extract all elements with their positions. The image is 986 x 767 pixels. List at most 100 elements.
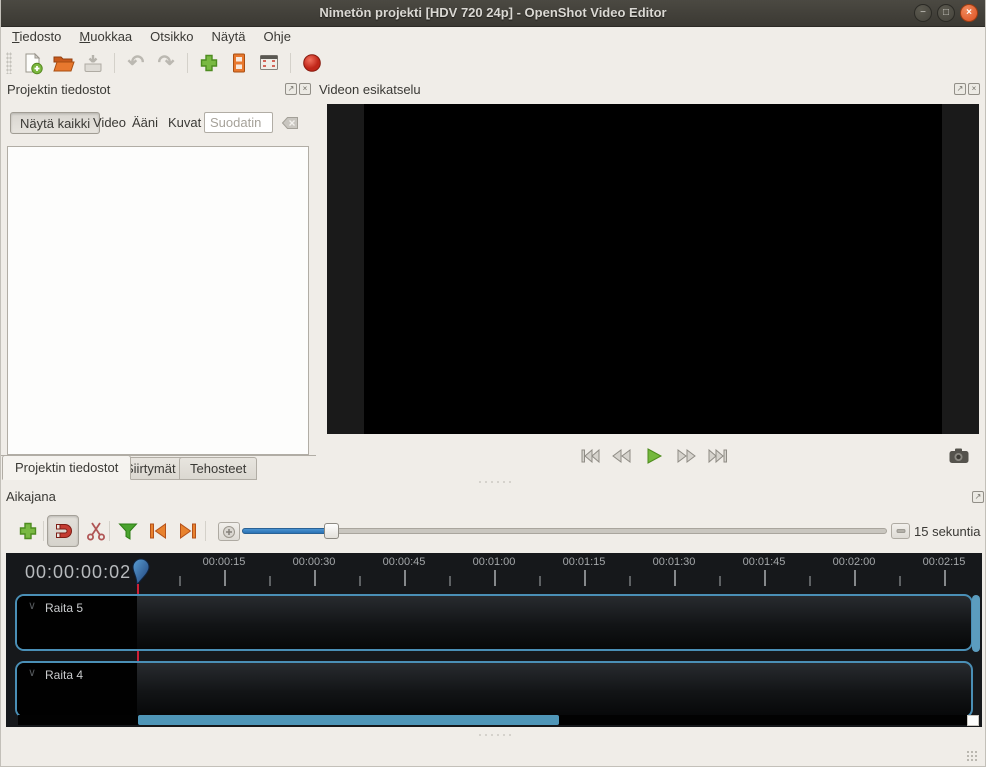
toolbar-separator bbox=[290, 53, 291, 73]
ruler-timestamp: 00:00:45 bbox=[359, 556, 449, 568]
ruler-tick-minor bbox=[179, 576, 181, 586]
next-marker-button[interactable] bbox=[175, 518, 201, 544]
ruler-tick-major bbox=[224, 570, 226, 586]
ruler-timestamp: 00:00:30 bbox=[269, 556, 359, 568]
track-name: Raita 4 bbox=[45, 668, 83, 682]
scrollbar-corner bbox=[967, 715, 979, 726]
timeline-track[interactable]: ∨ Raita 5 bbox=[15, 594, 973, 651]
toolbar-separator bbox=[43, 521, 44, 541]
razor-tool-button[interactable] bbox=[83, 518, 109, 544]
minimize-button[interactable]: − bbox=[914, 4, 932, 22]
plus-icon bbox=[16, 519, 40, 543]
track-name: Raita 5 bbox=[45, 601, 83, 615]
toolbar-grip[interactable] bbox=[6, 52, 12, 74]
preview-close-button[interactable]: × bbox=[968, 83, 980, 95]
video-preview-widget[interactable] bbox=[327, 104, 979, 434]
horizontal-scrollbar-thumb[interactable] bbox=[138, 715, 559, 725]
ruler-tick-minor bbox=[719, 576, 721, 586]
camera-icon bbox=[947, 446, 971, 466]
menu-ohje[interactable]: Ohje bbox=[254, 28, 299, 47]
rewind-button[interactable] bbox=[610, 446, 634, 466]
window-title: Nimetön projekti [HDV 720 24p] - OpenSho… bbox=[1, 5, 985, 20]
open-project-button[interactable] bbox=[49, 49, 77, 76]
zoom-scale-label: 15 sekuntia bbox=[914, 524, 981, 539]
timeline-track[interactable]: ∨ Raita 4 bbox=[15, 661, 973, 718]
add-marker-button[interactable] bbox=[218, 522, 240, 541]
project-files-detach-button[interactable]: ↗ bbox=[285, 83, 297, 95]
snapping-toggle-button[interactable] bbox=[47, 515, 79, 547]
fast-forward-icon bbox=[674, 447, 698, 465]
window-controls: − □ × bbox=[914, 4, 978, 22]
openshot-window: Nimetön projekti [HDV 720 24p] - OpenSho… bbox=[0, 0, 986, 767]
filter-images-button[interactable]: Kuvat bbox=[159, 112, 210, 134]
ruler-tick-major bbox=[404, 570, 406, 586]
ruler-tick-major bbox=[854, 570, 856, 586]
timeline-area[interactable]: 00:00:1500:00:3000:00:4500:01:0000:01:15… bbox=[6, 553, 982, 727]
save-project-button[interactable] bbox=[79, 49, 107, 76]
tab-effects[interactable]: Tehosteet bbox=[179, 457, 257, 480]
menu-tiedosto[interactable]: Tiedosto bbox=[3, 28, 70, 47]
toolbar-separator bbox=[205, 521, 206, 541]
redo-button[interactable]: ↷ bbox=[152, 49, 180, 76]
timeline-ruler-scale[interactable]: 00:00:1500:00:3000:00:4500:01:0000:01:15… bbox=[6, 553, 982, 591]
clear-filter-icon[interactable] bbox=[281, 116, 299, 130]
maximize-button[interactable]: □ bbox=[937, 4, 955, 22]
zoom-slider-fill bbox=[242, 528, 331, 534]
ruler-timestamp: 00:02:15 bbox=[899, 556, 982, 568]
chevron-down-icon[interactable]: ∨ bbox=[28, 599, 36, 612]
filter-input[interactable] bbox=[204, 112, 273, 133]
fast-forward-button[interactable] bbox=[674, 446, 698, 466]
add-track-button[interactable] bbox=[15, 518, 41, 544]
zoom-scale-button[interactable] bbox=[891, 523, 910, 539]
horizontal-splitter[interactable] bbox=[477, 733, 511, 737]
ruler-tick-minor bbox=[359, 576, 361, 586]
undo-button[interactable]: ↶ bbox=[122, 49, 150, 76]
export-video-button[interactable] bbox=[298, 49, 326, 76]
resize-tool-button[interactable] bbox=[115, 518, 141, 544]
ruler-timestamp: 00:00:15 bbox=[179, 556, 269, 568]
chevron-down-icon[interactable]: ∨ bbox=[28, 666, 36, 679]
ruler-tick-minor bbox=[809, 576, 811, 586]
project-files-list[interactable] bbox=[7, 146, 309, 455]
playhead-marker[interactable] bbox=[127, 558, 151, 588]
marker-previous-icon bbox=[146, 519, 170, 543]
preview-window-button[interactable] bbox=[255, 49, 283, 76]
toolbar-separator bbox=[109, 521, 110, 541]
tab-project-files[interactable]: Projektin tiedostot bbox=[2, 455, 131, 480]
zoom-slider-handle[interactable] bbox=[324, 523, 339, 539]
record-icon bbox=[300, 51, 324, 75]
snapshot-button[interactable] bbox=[947, 446, 971, 466]
plus-icon bbox=[197, 51, 221, 75]
play-button[interactable] bbox=[642, 446, 666, 466]
timeline-detach-button[interactable]: ↗ bbox=[972, 491, 984, 503]
titlebar[interactable]: Nimetön projekti [HDV 720 24p] - OpenSho… bbox=[1, 0, 985, 27]
seek-start-button[interactable] bbox=[578, 446, 602, 466]
filmstrip-icon bbox=[227, 51, 251, 75]
window-resize-grip[interactable] bbox=[966, 750, 979, 763]
toolbar-separator bbox=[114, 53, 115, 73]
project-files-close-button[interactable]: × bbox=[299, 83, 311, 95]
import-sequence-button[interactable] bbox=[225, 49, 253, 76]
ruler-tick-major bbox=[494, 570, 496, 586]
ruler-tick-major bbox=[314, 570, 316, 586]
menu-nayta[interactable]: Näytä bbox=[203, 28, 255, 47]
horizontal-splitter[interactable] bbox=[477, 480, 511, 484]
track-header[interactable]: ∨ Raita 4 bbox=[17, 663, 137, 716]
redo-icon: ↷ bbox=[158, 53, 175, 73]
new-project-button[interactable] bbox=[19, 49, 47, 76]
new-file-icon bbox=[21, 51, 45, 75]
previous-marker-button[interactable] bbox=[145, 518, 171, 544]
menu-otsikko[interactable]: Otsikko bbox=[141, 28, 202, 47]
vertical-scrollbar-thumb[interactable] bbox=[972, 595, 980, 652]
ruler-tick-major bbox=[584, 570, 586, 586]
preview-detach-button[interactable]: ↗ bbox=[954, 83, 966, 95]
scissors-icon bbox=[84, 519, 108, 543]
ruler-tick-minor bbox=[269, 576, 271, 586]
play-icon bbox=[642, 447, 666, 465]
seek-end-button[interactable] bbox=[706, 446, 730, 466]
import-files-button[interactable] bbox=[195, 49, 223, 76]
track-header[interactable]: ∨ Raita 5 bbox=[17, 596, 137, 649]
close-button[interactable]: × bbox=[960, 4, 978, 22]
menu-muokkaa[interactable]: Muokkaa bbox=[70, 28, 141, 47]
screen-icon bbox=[257, 51, 281, 75]
